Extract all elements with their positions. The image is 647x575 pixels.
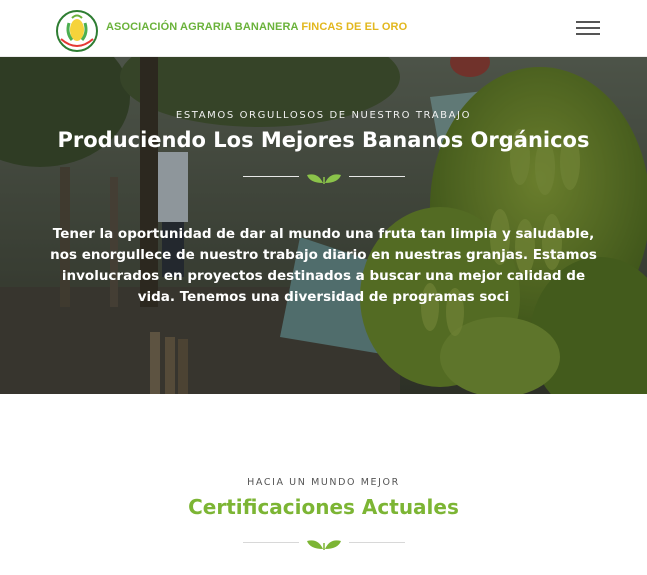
hero-banner: ESTAMOS ORGULLOSOS DE NUESTRO TRABAJO Pr… — [0, 57, 647, 394]
hero-divider — [243, 170, 405, 184]
hero-title: Produciendo Los Mejores Bananos Orgánico… — [57, 128, 590, 152]
divider-line — [243, 176, 299, 177]
leaf-icon — [306, 536, 342, 555]
divider-line — [349, 542, 405, 543]
section-divider — [243, 536, 405, 550]
brand-sub-text: FINCAS DE EL ORO — [301, 21, 408, 33]
brand-main-text: ASOCIACIÓN AGRARIA BANANERA — [106, 21, 299, 33]
section-title: Certificaciones Actuales — [188, 495, 459, 519]
brand-name[interactable]: ASOCIACIÓN AGRARIA BANANERA FINCAS DE EL… — [106, 21, 407, 33]
divider-line — [349, 176, 405, 177]
hamburger-menu-icon[interactable] — [574, 18, 602, 38]
site-header: ASOCIACIÓN AGRARIA BANANERA FINCAS DE EL… — [0, 0, 647, 57]
association-logo-icon[interactable] — [55, 9, 99, 53]
certifications-section: HACIA UN MUNDO MEJOR Certificaciones Act… — [0, 394, 647, 575]
hero-kicker: ESTAMOS ORGULLOSOS DE NUESTRO TRABAJO — [175, 110, 472, 121]
section-kicker: HACIA UN MUNDO MEJOR — [247, 477, 400, 488]
divider-line — [243, 542, 299, 543]
leaf-icon — [306, 170, 342, 189]
hero-description: Tener la oportunidad de dar al mundo una… — [50, 226, 597, 305]
